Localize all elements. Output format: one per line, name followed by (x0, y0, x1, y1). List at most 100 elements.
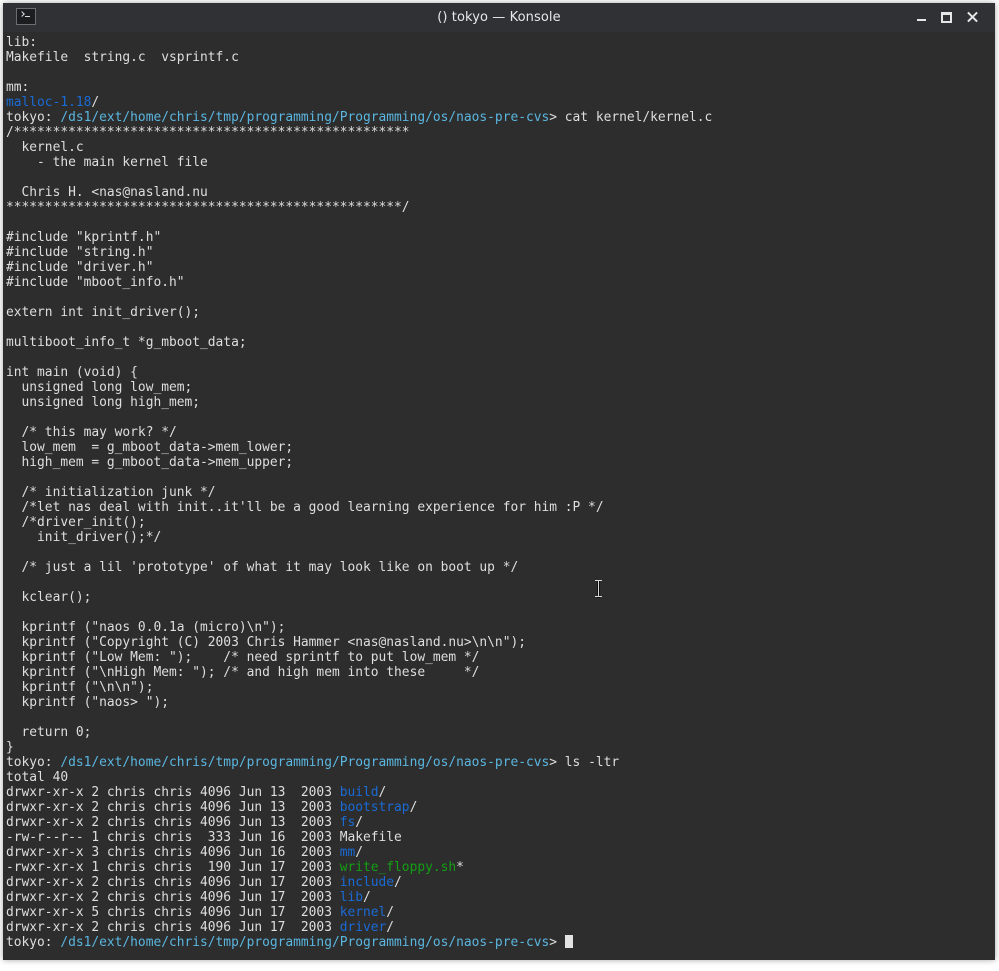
colored-filename: driver (339, 920, 387, 935)
terminal-text: /* initialization junk */ (6, 485, 216, 500)
terminal-line: return 0; (6, 725, 995, 740)
terminal-line: /*let nas deal with init..it'll be a goo… (6, 500, 995, 515)
terminal-text: /* just a lil 'prototype' of what it may… (6, 560, 519, 575)
terminal-text: drwxr-xr-x 2 chris chris 4096 Jun 13 200… (6, 785, 340, 800)
terminal-text: multiboot_info_t *g_mboot_data; (6, 335, 247, 350)
terminal-text: drwxr-xr-x 2 chris chris 4096 Jun 17 200… (6, 875, 340, 890)
terminal-lines: lib: Makefile string.c vsprintf.c mm: mallo… (6, 35, 995, 950)
terminal-line: kprintf ("naos> "); (6, 695, 995, 710)
terminal-text: / (386, 905, 395, 920)
terminal-line: Makefile string.c vsprintf.c (6, 50, 995, 65)
terminal-line: drwxr-xr-x 2 chris chris 4096 Jun 13 200… (6, 815, 995, 830)
terminal-text: kprintf ("naos 0.0.1a (micro)\n"); (6, 620, 286, 635)
terminal-line: tokyo: /ds1/ext/home/chris/tmp/programmi… (6, 755, 995, 770)
colored-filename: fs (339, 815, 356, 830)
terminal-text: tokyo: (6, 935, 61, 950)
prompt-path: /ds1/ext/home/chris/tmp/programming/Prog… (60, 755, 550, 770)
terminal-line: kprintf ("Copyright (C) 2003 Chris Hamme… (6, 635, 995, 650)
terminal-text: Chris H. <nas@nasland.nu (6, 185, 208, 200)
terminal-text: mm: (6, 80, 30, 95)
konsole-window: () tokyo — Konsole lib: Makefile string.c… (3, 3, 995, 960)
terminal-line: #include "kprintf.h" (6, 230, 995, 245)
terminal-text: drwxr-xr-x 2 chris chris 4096 Jun 17 200… (6, 920, 340, 935)
terminal-text: kprintf ("Copyright (C) 2003 Chris Hamme… (6, 635, 526, 650)
terminal-text: * (456, 860, 464, 875)
terminal-line: tokyo: /ds1/ext/home/chris/tmp/programmi… (6, 110, 995, 125)
title-bar[interactable]: () tokyo — Konsole (3, 3, 995, 32)
terminal-text: / (363, 890, 371, 905)
terminal-text: tokyo: (6, 755, 61, 770)
terminal-line: drwxr-xr-x 2 chris chris 4096 Jun 17 200… (6, 875, 995, 890)
terminal-line: lib: (6, 35, 995, 50)
minimize-icon[interactable] (913, 8, 931, 26)
terminal-text: int main (void) { (6, 365, 138, 380)
terminal-text: tokyo: (6, 110, 61, 125)
terminal-text: - the main kernel file (6, 155, 208, 170)
maximize-icon[interactable] (938, 8, 956, 26)
terminal-line: unsigned long high_mem; (6, 395, 995, 410)
terminal-line: drwxr-xr-x 3 chris chris 4096 Jun 16 200… (6, 845, 995, 860)
terminal-line: kprintf ("naos 0.0.1a (micro)\n"); (6, 620, 995, 635)
terminal-text: ****************************************… (6, 200, 410, 215)
colored-filename: lib (339, 890, 364, 905)
terminal-line: #include "mboot_info.h" (6, 275, 995, 290)
terminal-text: return 0; (6, 725, 92, 740)
terminal-line: kclear(); (6, 590, 995, 605)
terminal-text: lib: (6, 35, 38, 50)
terminal-line: init_driver();*/ (6, 530, 995, 545)
colored-filename: mm (339, 845, 356, 860)
close-icon[interactable] (964, 8, 982, 26)
text-cursor-icon (594, 580, 604, 598)
terminal-line: -rwxr-xr-x 1 chris chris 190 Jun 17 2003… (6, 860, 995, 875)
terminal-line: - the main kernel file (6, 155, 995, 170)
terminal-line: int main (void) { (6, 365, 995, 380)
terminal-line: /* just a lil 'prototype' of what it may… (6, 560, 995, 575)
terminal-text: > ls -ltr (549, 755, 620, 770)
terminal-line: kprintf ("Low Mem: "); /* need sprintf t… (6, 650, 995, 665)
colored-filename: include (339, 875, 395, 890)
terminal-output[interactable]: lib: Makefile string.c vsprintf.c mm: mallo… (3, 32, 995, 960)
terminal-text: low_mem = g_mboot_data->mem_lower; (6, 440, 294, 455)
terminal-text: Makefile string.c vsprintf.c (6, 50, 239, 65)
terminal-line: mm: (6, 80, 995, 95)
terminal-line: /***************************************… (6, 125, 995, 140)
terminal-line: tokyo: /ds1/ext/home/chris/tmp/programmi… (6, 935, 995, 950)
terminal-line: /* initialization junk */ (6, 485, 995, 500)
terminal-text: #include "kprintf.h" (6, 230, 162, 245)
terminal-text: / (91, 95, 100, 110)
prompt-path: /ds1/ext/home/chris/tmp/programming/Prog… (60, 110, 550, 125)
terminal-text: } (6, 740, 14, 755)
terminal-line: unsigned long low_mem; (6, 380, 995, 395)
terminal-text: /*driver_init(); (6, 515, 146, 530)
terminal-line: high_mem = g_mboot_data->mem_upper; (6, 455, 995, 470)
terminal-text: /*let nas deal with init..it'll be a goo… (6, 500, 604, 515)
terminal-text: #include "mboot_info.h" (6, 275, 185, 290)
terminal-text: kprintf ("naos> "); (6, 695, 169, 710)
terminal-line: drwxr-xr-x 5 chris chris 4096 Jun 17 200… (6, 905, 995, 920)
terminal-line: drwxr-xr-x 2 chris chris 4096 Jun 13 200… (6, 800, 995, 815)
terminal-text: #include "driver.h" (6, 260, 154, 275)
terminal-text: > (549, 935, 565, 950)
terminal-line: kernel.c (6, 140, 995, 155)
terminal-line: low_mem = g_mboot_data->mem_lower; (6, 440, 995, 455)
terminal-text: extern int init_driver(); (6, 305, 201, 320)
colored-filename: bootstrap (339, 800, 410, 815)
terminal-line: malloc-1.18/ (6, 95, 995, 110)
terminal-text: / (394, 875, 402, 890)
colored-filename: malloc-1.18 (6, 95, 92, 110)
terminal-text: drwxr-xr-x 3 chris chris 4096 Jun 16 200… (6, 845, 340, 860)
terminal-line: /* this may work? */ (6, 425, 995, 440)
terminal-text: -rw-r--r-- 1 chris chris 333 Jun 16 2003… (6, 830, 402, 845)
terminal-line: #include "driver.h" (6, 260, 995, 275)
terminal-text: > cat kernel/kernel.c (549, 110, 713, 125)
terminal-text: kprintf ("\n\n"); (6, 680, 154, 695)
terminal-text: -rwxr-xr-x 1 chris chris 190 Jun 17 2003 (6, 860, 340, 875)
